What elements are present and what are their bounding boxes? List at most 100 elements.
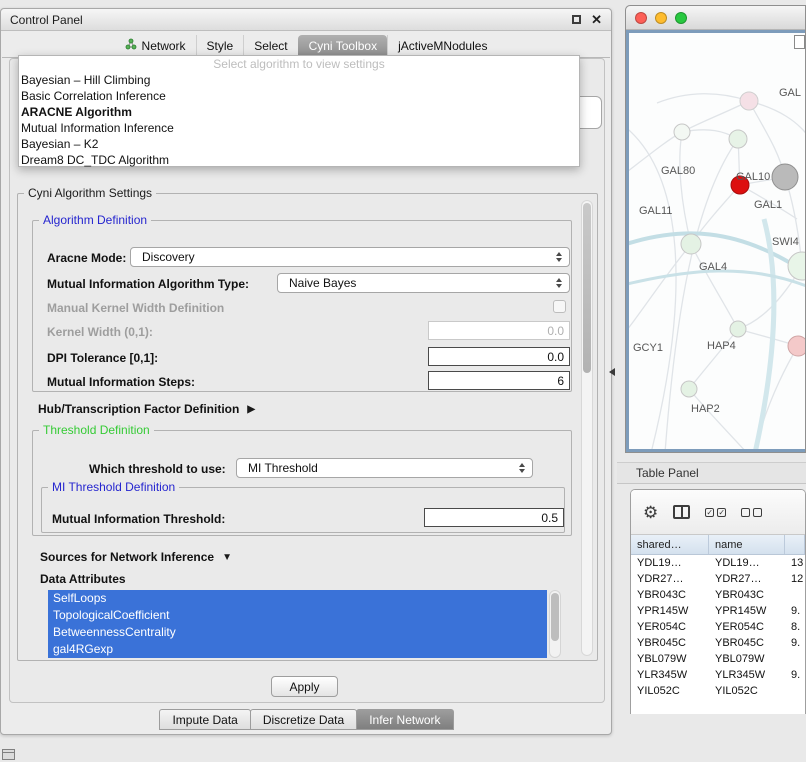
tab-select[interactable]: Select xyxy=(243,35,297,57)
aracne-mode-combo[interactable]: Discovery xyxy=(130,247,570,267)
table-cell: 9. xyxy=(785,635,805,651)
network-node-label: GAL11 xyxy=(639,205,672,217)
tab-style[interactable]: Style xyxy=(196,35,244,57)
mi-steps-label: Mutual Information Steps: xyxy=(47,375,195,389)
table-row[interactable]: YER054CYER054C8. xyxy=(631,619,805,635)
settings-scrollbar-thumb[interactable] xyxy=(583,203,591,373)
bottom-tab-impute-data[interactable]: Impute Data xyxy=(159,709,250,730)
apply-button[interactable]: Apply xyxy=(271,676,338,697)
mi-steps-field[interactable] xyxy=(428,371,570,390)
network-node-label: SWI4 xyxy=(772,236,799,248)
table-row[interactable]: YLR345WYLR345W9. xyxy=(631,667,805,683)
algorithm-dropdown-popup: Select algorithm to view settings Bayesi… xyxy=(18,55,580,167)
columns-icon[interactable] xyxy=(673,505,690,519)
network-node[interactable] xyxy=(788,336,805,356)
table-row[interactable]: YBL079WYBL079W xyxy=(631,651,805,667)
attribute-item-gal4rgexp[interactable]: gal4RGexp xyxy=(48,641,547,658)
sources-collapser[interactable]: Sources for Network Inference ▼ xyxy=(40,550,232,564)
settings-scrollbar[interactable] xyxy=(581,200,593,656)
dropdown-item-aracne-algorithm[interactable]: ARACNE Algorithm xyxy=(19,104,579,120)
checked-pair-icon[interactable]: ✓✓ xyxy=(705,508,726,517)
dropdown-item-bayesian-hill-climbing[interactable]: Bayesian – Hill Climbing xyxy=(19,72,579,88)
mi-threshold-field[interactable] xyxy=(424,508,564,527)
network-node[interactable] xyxy=(681,234,701,254)
table-toolbar: ⚙ ✓✓ xyxy=(631,490,805,535)
network-node[interactable] xyxy=(681,381,697,397)
column-header-shared[interactable]: shared… xyxy=(631,535,709,554)
dropdown-item-dream8-dc-tdc-algorithm[interactable]: Dream8 DC_TDC Algorithm xyxy=(19,152,579,168)
unchecked-pair-icon[interactable] xyxy=(741,508,762,517)
attribute-item-selfloops[interactable]: SelfLoops xyxy=(48,590,547,607)
cyni-settings-title: Cyni Algorithm Settings xyxy=(24,186,156,200)
kernel-width-field[interactable] xyxy=(428,321,570,340)
panel-divider-collapse-arrow[interactable] xyxy=(609,368,615,376)
close-window-icon[interactable]: ✕ xyxy=(591,13,602,26)
network-node[interactable] xyxy=(674,124,690,140)
network-node[interactable] xyxy=(788,252,805,280)
birdseye-box[interactable] xyxy=(794,35,805,49)
network-node-label: GAL1 xyxy=(754,199,782,211)
desktop: Control Panel ✕ Network StyleSelectCyni T… xyxy=(0,0,806,762)
control-panel-titlebar[interactable]: Control Panel ✕ xyxy=(1,9,611,31)
which-threshold-combo[interactable]: MI Threshold xyxy=(236,458,533,478)
minimized-window-icon[interactable] xyxy=(2,749,15,760)
network-edge xyxy=(682,101,749,132)
table-cell: YPR145W xyxy=(631,603,709,619)
dropdown-item-basic-correlation-inference[interactable]: Basic Correlation Inference xyxy=(19,88,579,104)
table-row[interactable]: YDL19…YDL19…13 xyxy=(631,555,805,571)
which-threshold-label: Which threshold to use: xyxy=(89,462,226,476)
tab-label: Network xyxy=(142,39,186,53)
bottom-tab-discretize-data[interactable]: Discretize Data xyxy=(250,709,357,730)
close-traffic-light[interactable] xyxy=(635,12,647,24)
manual-kernel-checkbox[interactable] xyxy=(553,300,566,313)
tab-jactivemnodules[interactable]: jActiveMNodules xyxy=(387,35,497,57)
tab-cyni-toolbox[interactable]: Cyni Toolbox xyxy=(298,35,387,57)
data-attributes-list-wrap: SelfLoopsTopologicalCoefficientBetweenne… xyxy=(48,590,564,658)
mi-type-combo[interactable]: Naive Bayes xyxy=(277,273,570,293)
network-node[interactable] xyxy=(772,164,798,190)
tab-label: jActiveMNodules xyxy=(398,39,487,53)
hub-definition-label: Hub/Transcription Factor Definition xyxy=(38,402,239,416)
network-window-titlebar[interactable] xyxy=(626,6,805,30)
sources-label: Sources for Network Inference xyxy=(40,550,214,564)
network-canvas[interactable]: GALGAL80GAL10GAL11GAL1SWI4GAL4GCY1HAP4HA… xyxy=(629,33,805,449)
minimize-traffic-light[interactable] xyxy=(655,12,667,24)
attributes-scrollbar-thumb[interactable] xyxy=(551,593,559,641)
table-panel-title: Table Panel xyxy=(636,466,699,480)
hub-definition-expander[interactable]: Hub/Transcription Factor Definition ▶ xyxy=(38,402,255,416)
zoom-traffic-light[interactable] xyxy=(675,12,687,24)
table-cell: YIL052C xyxy=(631,683,709,699)
attributes-scrollbar[interactable] xyxy=(549,590,561,658)
float-window-icon[interactable] xyxy=(572,15,581,24)
window-title: Control Panel xyxy=(10,13,83,27)
tab-network[interactable]: Network xyxy=(115,35,196,57)
network-edge xyxy=(657,94,749,103)
updown-arrows-icon xyxy=(519,463,525,473)
dpi-tolerance-field[interactable] xyxy=(428,347,570,366)
attribute-item-topologicalcoefficient[interactable]: TopologicalCoefficient xyxy=(48,607,547,624)
bottom-tab-infer-network[interactable]: Infer Network xyxy=(356,709,453,730)
mi-threshold-group: MI Threshold Definition Mutual Informati… xyxy=(41,487,565,533)
network-edge xyxy=(691,244,738,329)
network-node[interactable] xyxy=(729,130,747,148)
table-cell: YBR045C xyxy=(631,635,709,651)
network-node-label: HAP4 xyxy=(707,340,736,352)
column-header-name[interactable]: name xyxy=(709,535,785,554)
network-node[interactable] xyxy=(740,92,758,110)
table-cell xyxy=(785,683,805,699)
table-row[interactable]: YDR27…YDR27…12 xyxy=(631,571,805,587)
table-row[interactable]: YPR145WYPR145W9. xyxy=(631,603,805,619)
gear-icon[interactable]: ⚙ xyxy=(643,504,658,521)
titlebar-icons: ✕ xyxy=(572,13,602,26)
network-node[interactable] xyxy=(730,321,746,337)
table-cell: YBL079W xyxy=(631,651,709,667)
table-row[interactable]: YIL052CYIL052C xyxy=(631,683,805,699)
table-cell: YDL19… xyxy=(709,555,785,571)
table-cell: 9. xyxy=(785,667,805,683)
attribute-item-betweennesscentrality[interactable]: BetweennessCentrality xyxy=(48,624,547,641)
table-row[interactable]: YBR045CYBR045C9. xyxy=(631,635,805,651)
dropdown-item-mutual-information-inference[interactable]: Mutual Information Inference xyxy=(19,120,579,136)
dropdown-item-bayesian-k2[interactable]: Bayesian – K2 xyxy=(19,136,579,152)
table-row[interactable]: YBR043CYBR043C xyxy=(631,587,805,603)
column-header-col2[interactable] xyxy=(785,535,805,554)
